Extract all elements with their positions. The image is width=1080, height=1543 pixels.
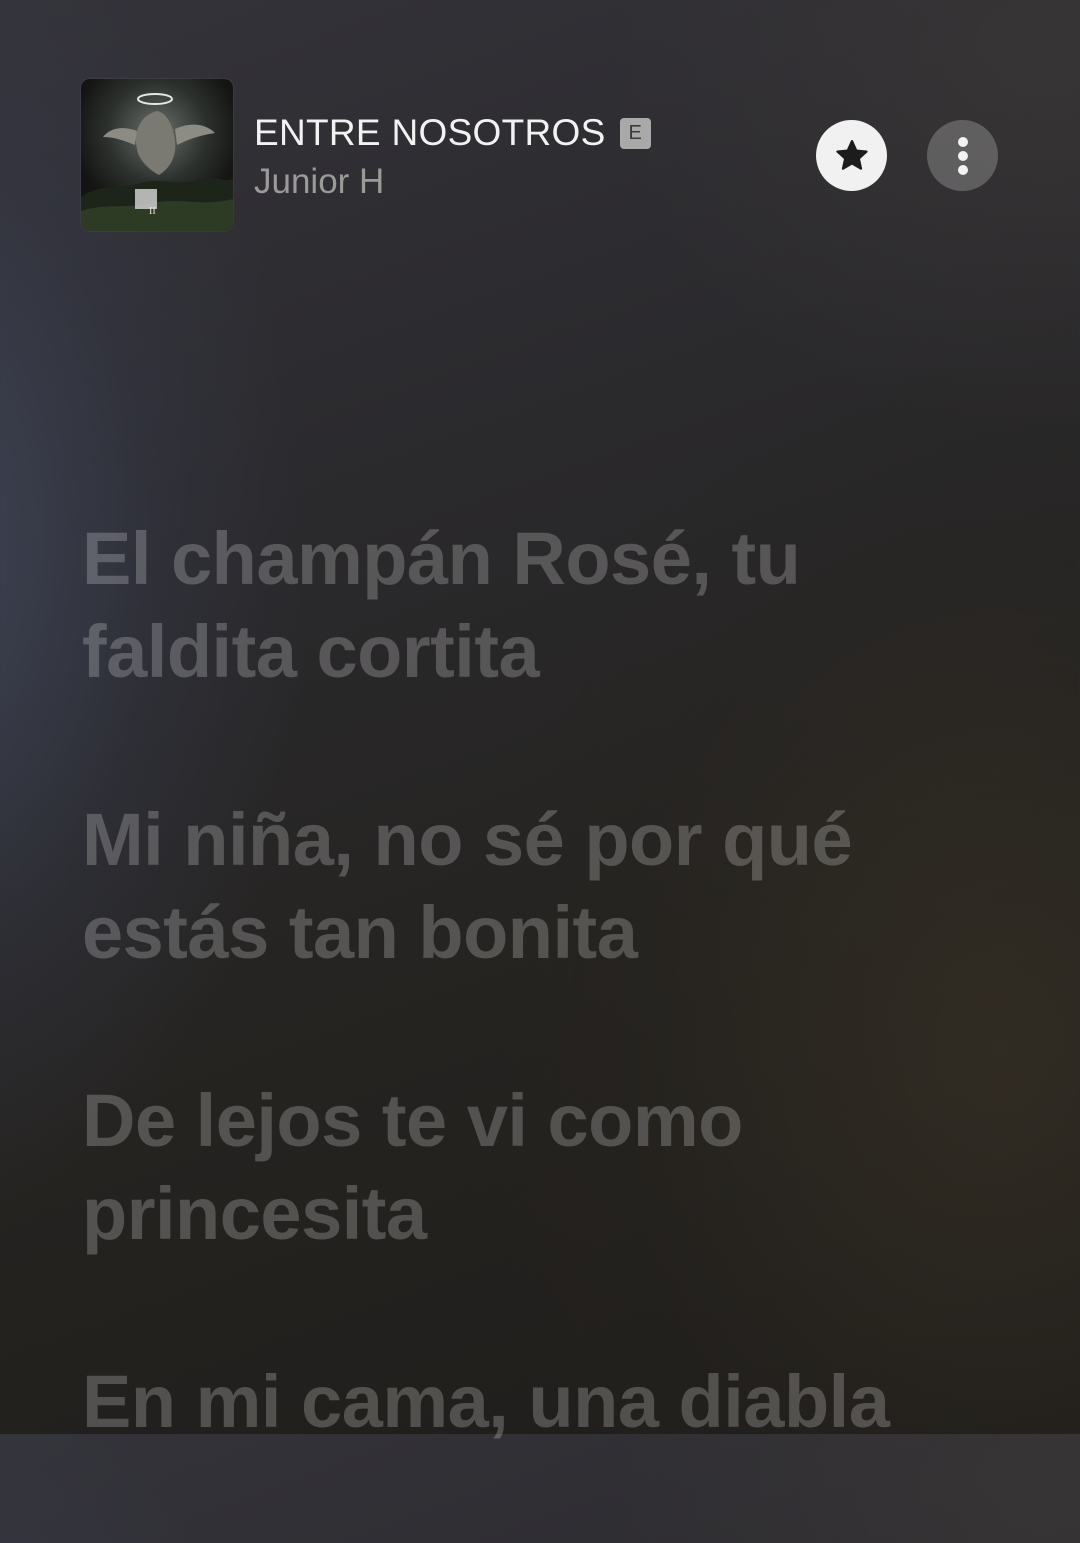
lyrics-container: El champán Rosé, tu faldita cortita Mi n…: [82, 512, 1002, 1543]
song-title-row[interactable]: ENTRE NOSOTROS E: [254, 111, 651, 155]
more-options-button[interactable]: [927, 120, 998, 191]
song-title: ENTRE NOSOTROS: [254, 112, 606, 153]
album-artwork[interactable]: II: [81, 79, 233, 231]
star-icon: [835, 139, 868, 170]
ellipsis-vertical-icon: [957, 136, 968, 175]
lyric-line[interactable]: El champán Rosé, tu faldita cortita: [82, 512, 1002, 698]
favorite-button[interactable]: [816, 120, 887, 191]
now-playing-header: II ENTRE NOSOTROS E Junior H: [0, 0, 1080, 240]
lyric-line[interactable]: En mi cama, una diabla: [82, 1355, 1002, 1448]
explicit-badge: E: [619, 117, 651, 149]
album-art-label: II: [149, 206, 156, 217]
artist-name[interactable]: Junior H: [254, 162, 384, 202]
album-art-image: II: [81, 79, 233, 231]
lyric-line[interactable]: Mi niña, no sé por qué estás tan bonita: [82, 793, 1002, 979]
lyric-line[interactable]: De lejos te vi como princesita: [82, 1074, 1002, 1260]
